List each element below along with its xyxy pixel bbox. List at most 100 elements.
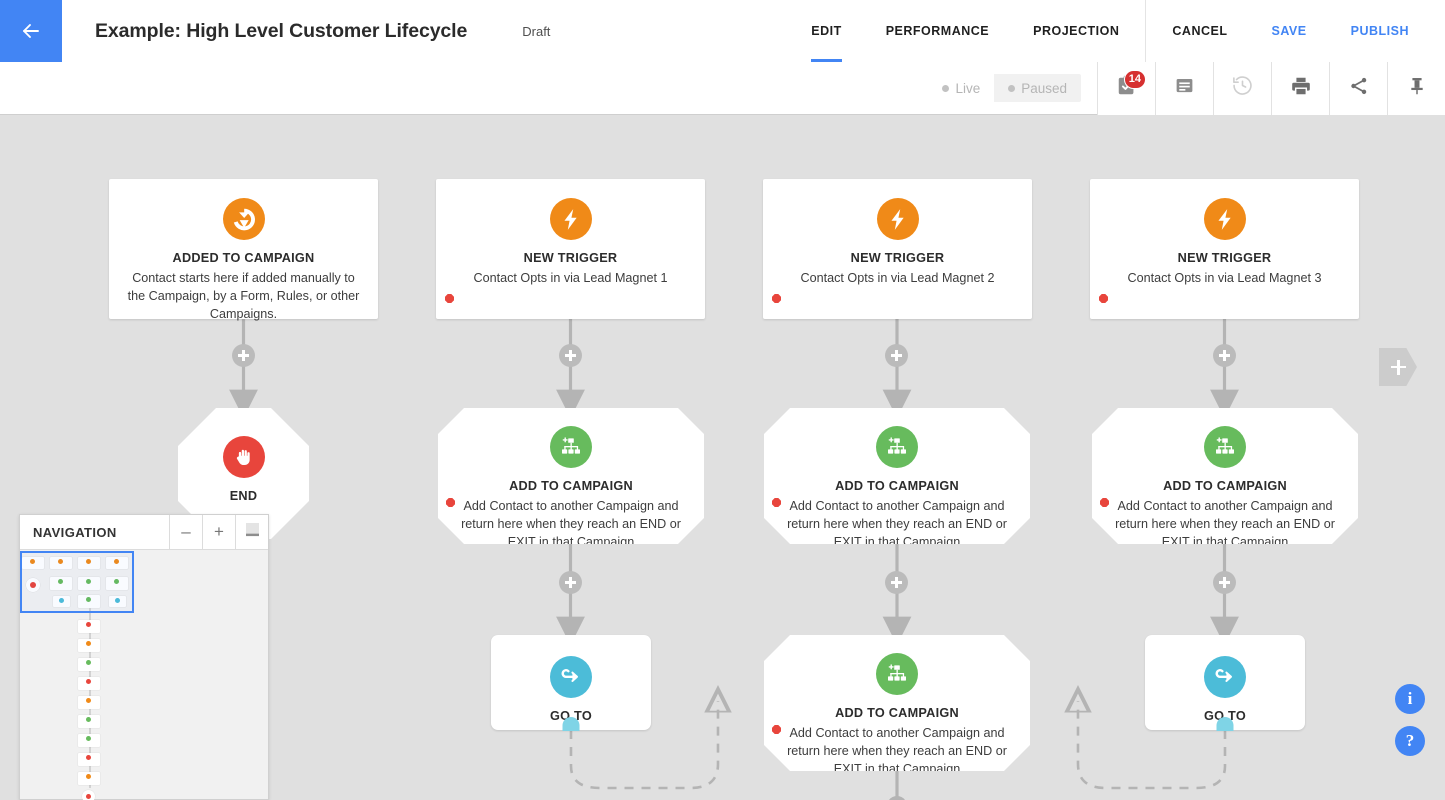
minimap-node-dot xyxy=(86,717,91,722)
node-add-to-campaign-col4[interactable]: ADD TO CAMPAIGN Add Contact to another C… xyxy=(1092,408,1358,544)
goto-anchor-handle[interactable] xyxy=(1217,717,1234,731)
node-status-dot-icon xyxy=(445,294,454,303)
node-new-trigger-3[interactable]: NEW TRIGGER Contact Opts in via Lead Mag… xyxy=(1090,179,1359,319)
flow-canvas[interactable]: ADDED TO CAMPAIGN Contact starts here if… xyxy=(0,116,1445,800)
notes-button[interactable] xyxy=(1155,62,1213,115)
minimap-node-dot xyxy=(30,559,35,564)
sitemap-plus-icon xyxy=(876,653,918,695)
add-step-button[interactable] xyxy=(885,571,908,594)
live-toggle-option[interactable]: Live xyxy=(928,74,994,102)
node-add-to-campaign-col3[interactable]: ADD TO CAMPAIGN Add Contact to another C… xyxy=(764,408,1030,544)
node-new-trigger-2[interactable]: NEW TRIGGER Contact Opts in via Lead Mag… xyxy=(763,179,1032,319)
minimap-node-dot xyxy=(86,736,91,741)
node-status-dot-icon xyxy=(1099,294,1108,303)
add-step-button[interactable] xyxy=(885,344,908,367)
add-step-button[interactable] xyxy=(1213,571,1236,594)
header-nav: EDIT PERFORMANCE PROJECTION CANCEL SAVE … xyxy=(789,0,1445,62)
title-area: Example: High Level Customer Lifecycle D… xyxy=(62,0,789,62)
add-step-button[interactable] xyxy=(559,344,582,367)
zoom-out-button[interactable]: – xyxy=(169,515,202,549)
tasks-badge: 14 xyxy=(1124,70,1146,89)
campaign-arrow-icon xyxy=(223,198,265,240)
node-description: Add Contact to another Campaign and retu… xyxy=(1092,497,1358,551)
minimap-node-dot xyxy=(86,622,91,627)
minimap-node-dot xyxy=(86,698,91,703)
node-title: END xyxy=(178,489,309,503)
collapse-button[interactable] xyxy=(235,515,268,549)
navigation-minimap-panel[interactable]: NAVIGATION – + xyxy=(19,514,269,800)
pin-button[interactable] xyxy=(1387,62,1445,115)
goto-arrow-icon xyxy=(1204,656,1246,698)
node-description: Contact Opts in via Lead Magnet 2 xyxy=(763,269,1032,287)
share-button[interactable] xyxy=(1329,62,1387,115)
toolbar-icon-group: 14 xyxy=(1097,62,1445,115)
print-button[interactable] xyxy=(1271,62,1329,115)
navigation-title: NAVIGATION xyxy=(20,515,169,549)
lightning-bolt-icon xyxy=(877,198,919,240)
minimap-node-dot xyxy=(58,579,63,584)
tab-performance[interactable]: PERFORMANCE xyxy=(864,0,1011,62)
tab-projection[interactable]: PROJECTION xyxy=(1011,0,1141,62)
minimap-node-dot xyxy=(115,598,120,603)
node-description: Add Contact to another Campaign and retu… xyxy=(764,497,1030,551)
goto-arrow-icon xyxy=(550,656,592,698)
node-description: Add Contact to another Campaign and retu… xyxy=(764,724,1030,778)
node-add-to-campaign-col2[interactable]: ADD TO CAMPAIGN Add Contact to another C… xyxy=(438,408,704,544)
minimap-node-dot xyxy=(30,582,36,588)
minimap-node-dot xyxy=(58,559,63,564)
minimap-node-dot xyxy=(86,660,91,665)
history-clock-icon xyxy=(1231,74,1254,102)
history-button[interactable] xyxy=(1213,62,1271,115)
live-paused-toggle[interactable]: Live Paused xyxy=(928,74,1081,102)
tasks-button[interactable]: 14 xyxy=(1097,62,1155,115)
sitemap-plus-icon xyxy=(550,426,592,468)
node-status-dot-icon xyxy=(772,294,781,303)
minimap-node-dot xyxy=(86,597,91,602)
minimap-node-dot xyxy=(86,794,91,799)
zoom-in-button[interactable]: + xyxy=(202,515,235,549)
node-go-to-col4[interactable]: GO TO xyxy=(1145,635,1305,730)
add-step-button[interactable] xyxy=(232,344,255,367)
info-button[interactable]: i xyxy=(1395,684,1425,714)
tab-edit[interactable]: EDIT xyxy=(789,0,863,62)
node-description: Contact starts here if added manually to… xyxy=(109,269,378,323)
node-description: Add Contact to another Campaign and retu… xyxy=(438,497,704,551)
publish-button[interactable]: PUBLISH xyxy=(1329,0,1431,62)
navigation-header: NAVIGATION – + xyxy=(20,515,268,550)
secondary-toolbar: Live Paused 14 xyxy=(0,62,1445,115)
node-add-to-campaign-center[interactable]: ADD TO CAMPAIGN Add Contact to another C… xyxy=(764,635,1030,771)
collapse-icon xyxy=(244,522,261,543)
add-step-button[interactable] xyxy=(1213,344,1236,367)
save-button[interactable]: SAVE xyxy=(1250,0,1329,62)
minimap-node-dot xyxy=(114,559,119,564)
live-dot-icon xyxy=(942,85,949,92)
back-button[interactable] xyxy=(0,0,62,62)
node-title: NEW TRIGGER xyxy=(763,251,1032,265)
minimap-node-dot xyxy=(86,774,91,779)
paused-toggle-option[interactable]: Paused xyxy=(994,74,1081,102)
minimap-node-dot xyxy=(86,559,91,564)
paused-dot-icon xyxy=(1008,85,1015,92)
lightning-bolt-icon xyxy=(1204,198,1246,240)
minimap-node-dot xyxy=(86,579,91,584)
minimap-node-dot xyxy=(86,641,91,646)
navigation-minimap-body[interactable] xyxy=(20,550,268,800)
node-new-trigger-1[interactable]: NEW TRIGGER Contact Opts in via Lead Mag… xyxy=(436,179,705,319)
node-title: ADD TO CAMPAIGN xyxy=(1092,479,1358,493)
lightning-bolt-icon xyxy=(550,198,592,240)
node-title: ADD TO CAMPAIGN xyxy=(764,706,1030,720)
help-button[interactable]: ? xyxy=(1395,726,1425,756)
node-description: Contact Opts in via Lead Magnet 3 xyxy=(1090,269,1359,287)
minimap-node-dot xyxy=(86,679,91,684)
node-status-dot-icon xyxy=(446,498,455,507)
add-step-button[interactable] xyxy=(559,571,582,594)
node-title: NEW TRIGGER xyxy=(436,251,705,265)
live-label: Live xyxy=(955,81,980,96)
page-title: Example: High Level Customer Lifecycle xyxy=(95,20,467,43)
paused-label: Paused xyxy=(1021,81,1067,96)
goto-anchor-handle[interactable] xyxy=(563,717,580,731)
cancel-button[interactable]: CANCEL xyxy=(1150,0,1249,62)
node-added-to-campaign[interactable]: ADDED TO CAMPAIGN Contact starts here if… xyxy=(109,179,378,319)
node-go-to-col2[interactable]: GO TO xyxy=(491,635,651,730)
notes-icon xyxy=(1174,75,1195,101)
